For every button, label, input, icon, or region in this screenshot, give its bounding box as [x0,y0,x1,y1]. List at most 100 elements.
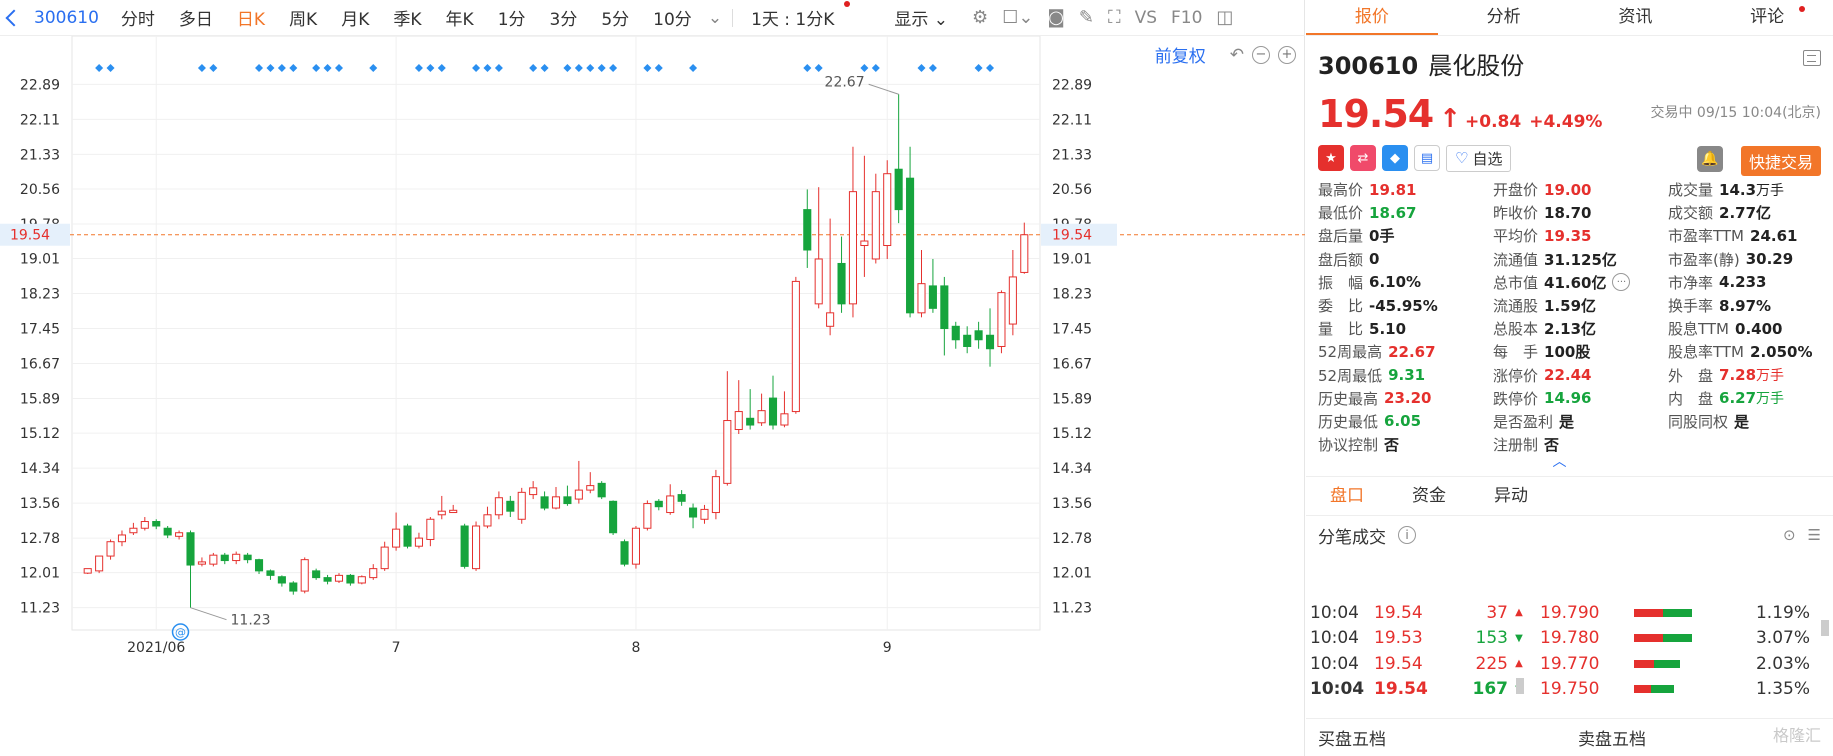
tick-time: 10:04 [1310,628,1359,649]
triangle-up-icon: ▲ [1515,658,1523,670]
stock-tags: ★ ⇄ ◆ ▤ ♡ 自选 🔔 快捷交易 [1306,136,1833,176]
subtab-movements[interactable]: 异动 [1470,477,1552,515]
price-tick-right: 11.23 [1052,601,1092,617]
field-value: 7.28万手 [1719,365,1784,385]
candle-body [277,576,286,584]
tick-qty: 153 [1475,628,1508,649]
candle-body [997,292,1006,347]
price-tick-left: 12.78 [20,531,60,547]
period-tab[interactable]: 分时 [109,5,167,30]
subtab-orderbook[interactable]: 盘口 [1306,477,1388,515]
more-icon[interactable]: ⊙ [1783,526,1796,544]
candle-body [517,491,526,520]
stock-code-link[interactable]: 300610 [0,8,109,28]
candle-body [974,330,983,341]
panel-toggle-icon[interactable]: ◫ [1216,7,1233,28]
bookmark-icon[interactable]: ▤ [1414,145,1440,171]
tab-analysis[interactable]: 分析 [1438,0,1570,35]
quote-field: 历史最低 6.05 [1318,410,1493,433]
period-tab[interactable]: 月K [329,5,381,30]
period-tab[interactable]: 多日 [167,5,225,30]
period-tab-active[interactable]: 日K [225,5,277,30]
bell-icon[interactable]: 🔔 [1697,146,1723,172]
pencil-icon[interactable]: ✎ [1079,7,1094,28]
field-value-text: 31.125亿 [1544,250,1617,269]
tag-icon[interactable]: ◆ [1382,145,1408,171]
event-marker [540,64,549,72]
candle-body [940,285,949,330]
tick-price: 19.53 [1374,628,1423,649]
quote-field: 市盈率TTM 24.61 [1668,224,1823,247]
menu-icon[interactable] [1803,50,1821,66]
chevron-up-icon[interactable]: ︿ [1286,455,1833,470]
chevron-down-icon[interactable]: ⌄ [704,8,726,28]
tick-row: 10:04 19.53 153 ▼ [1306,626,1546,652]
price-tick-left: 22.89 [20,77,60,93]
field-label: 最高价 [1318,181,1364,200]
candle-body [677,494,686,502]
tick-price: 19.54 [1374,602,1423,623]
field-value-text: 2.050% [1750,342,1813,361]
display-dropdown[interactable]: 显示 ⌄ [882,5,960,30]
buy-five-label[interactable]: 买盘五档 [1306,725,1566,750]
trades-header-icons: ⊙ ☰ [1783,526,1821,544]
display-label: 显示 [894,10,929,30]
price-tick-right: 15.89 [1052,392,1092,408]
event-marker [609,64,618,72]
event-marker [586,64,595,72]
more-icon[interactable]: ··· [1612,273,1631,292]
camera-icon[interactable]: ◙ [1047,7,1064,28]
period-tab[interactable]: 年K [434,5,486,30]
stock-title: 300610 晨化股份 [1318,52,1524,80]
field-label: 总股本 [1493,320,1539,339]
field-label: 股息TTM [1668,320,1730,339]
event-marker [472,64,481,72]
candle-body [848,191,858,305]
add-watchlist-button[interactable]: ♡ 自选 [1446,144,1512,172]
period-dropdown[interactable]: 1天 : 1分K [739,5,846,30]
tab-comments[interactable]: 评论 [1701,0,1833,35]
field-value-text: 23.20 [1384,389,1432,408]
depth-price: 19.780 [1540,628,1600,649]
price-tick-left: 13.56 [20,496,60,512]
quote-field: 每 手 100股 [1493,340,1668,363]
current-price-tag-right: 19.54 [1052,228,1092,244]
period-tab[interactable]: 周K [277,5,329,30]
candle-body [791,280,800,413]
candle-body [323,577,332,582]
event-marker [928,64,937,72]
info-icon[interactable]: i [1398,526,1416,545]
event-marker [563,64,572,72]
period-tab[interactable]: 1分 [486,5,538,30]
fullscreen-icon[interactable]: ⛶ [1108,7,1121,28]
vs-icon[interactable]: VS [1135,8,1157,28]
quick-trade-button[interactable]: 快捷交易 [1740,146,1821,176]
candle-body [266,570,275,576]
depth-scrollbar[interactable] [1821,620,1829,636]
period-tab[interactable]: 5分 [589,5,641,30]
candle-body [723,420,732,484]
candle-body [483,514,492,527]
candlestick-chart[interactable]: 22.89 22.89 22.11 22.11 21.33 21.33 20.56 20.56… [0,36,1305,756]
subtab-funds[interactable]: 资金 [1388,477,1470,515]
depth-bar-green [1651,685,1675,694]
triangle-up-icon: ▲ [1515,607,1523,619]
gear-icon[interactable]: ⚙ [972,7,988,28]
tick-scrollbar[interactable] [1516,678,1524,694]
f10-button[interactable]: F10 [1171,8,1202,28]
depth-row: 19.780 3.07% [1534,626,1824,652]
period-tab[interactable]: 3分 [538,5,590,30]
period-tab[interactable]: 季K [381,5,433,30]
tab-quote[interactable]: 报价 [1306,0,1438,35]
quote-field: 总股本 2.13亿 [1493,317,1668,340]
candle-body [449,509,458,514]
period-tab[interactable]: 10分 [641,5,704,30]
connect-icon[interactable]: ⇄ [1350,145,1376,171]
list-icon[interactable]: ☰ [1808,526,1821,544]
candle-body [243,554,252,561]
tab-news[interactable]: 资讯 [1570,0,1702,35]
field-value: 否 [1544,434,1559,455]
field-value-text: 8.97% [1719,296,1772,315]
square-select-icon[interactable]: ☐⌄ [1002,7,1033,28]
quote-field: 成交额 2.77亿 [1668,201,1823,224]
